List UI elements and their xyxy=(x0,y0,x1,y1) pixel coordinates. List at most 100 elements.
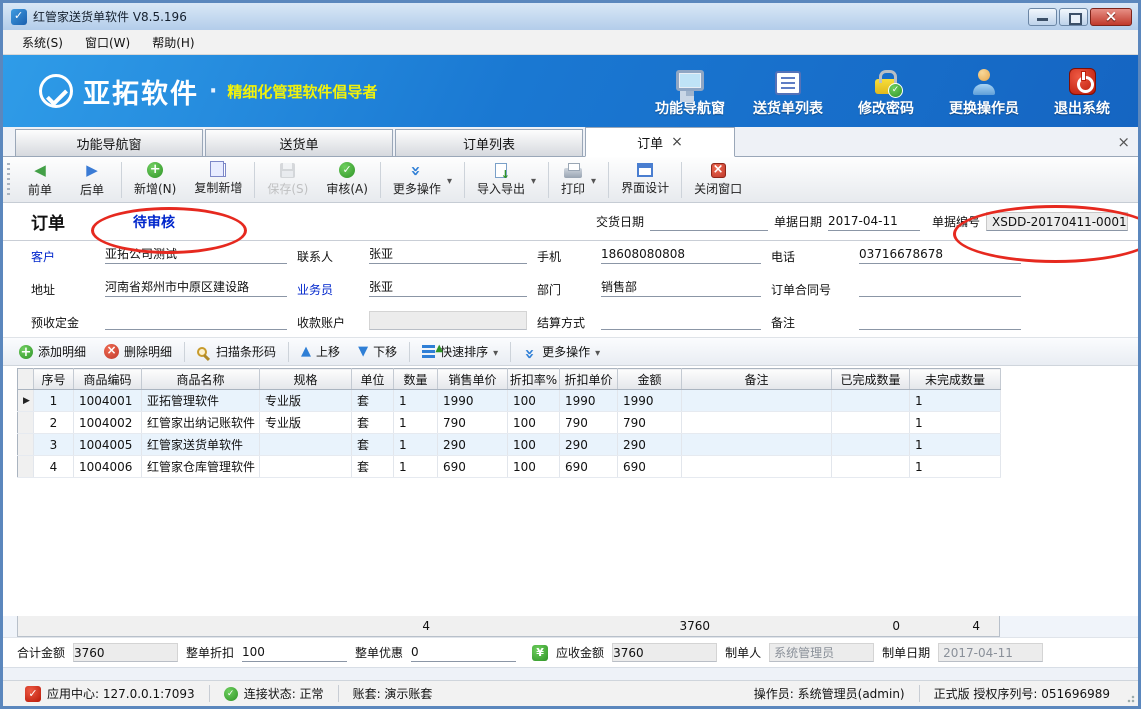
tab-order[interactable]: 订单 xyxy=(585,127,735,157)
selector-header xyxy=(18,369,34,390)
contract-no-field[interactable] xyxy=(859,278,1021,297)
save-button[interactable]: 保存(S) xyxy=(258,161,317,199)
phone-field[interactable]: 03716678678 xyxy=(859,245,1021,264)
more-actions-button[interactable]: 更多操作 xyxy=(384,160,461,199)
status-operator: 操作员: 系统管理员(admin) xyxy=(740,685,919,702)
customer-field[interactable]: 亚拓公司测试 xyxy=(105,245,287,264)
delivery-list-button[interactable]: 送货单列表 xyxy=(746,65,830,118)
delete-detail-button[interactable]: 删除明细 xyxy=(96,340,180,363)
remark-field[interactable] xyxy=(859,311,1021,330)
change-password-button[interactable]: 修改密码 xyxy=(844,65,928,118)
exit-system-button[interactable]: 退出系统 xyxy=(1040,65,1124,118)
double-chevron-icon xyxy=(523,345,537,359)
col-remark[interactable]: 备注 xyxy=(682,369,832,390)
col-discount-price[interactable]: 折扣单价 xyxy=(560,369,618,390)
settlement-field[interactable] xyxy=(601,311,761,330)
import-export-icon xyxy=(495,163,507,178)
brand-slogan: 精细化管理软件倡导者 xyxy=(227,81,377,102)
quick-sort-button[interactable]: 快速排序 xyxy=(414,340,506,363)
tab-function-nav[interactable]: 功能导航窗 xyxy=(15,129,203,156)
tab-delivery-order[interactable]: 送货单 xyxy=(205,129,393,156)
close-tab-button[interactable]: 关闭窗口 xyxy=(685,161,751,199)
copy-new-button[interactable]: 复制新增 xyxy=(185,161,251,198)
menu-help[interactable]: 帮助(H) xyxy=(143,31,203,54)
col-amount[interactable]: 金额 xyxy=(618,369,682,390)
add-detail-button[interactable]: 添加明细 xyxy=(11,340,94,363)
col-undone-qty[interactable]: 未完成数量 xyxy=(910,369,1001,390)
ui-design-button[interactable]: 界面设计 xyxy=(612,161,678,198)
deposit-field[interactable] xyxy=(105,311,287,330)
whole-discount-field[interactable]: 100 xyxy=(242,643,347,662)
status-account-set: 账套: 演示账套 xyxy=(338,685,447,702)
save-icon xyxy=(280,163,295,178)
col-done-qty[interactable]: 已完成数量 xyxy=(832,369,910,390)
col-name[interactable]: 商品名称 xyxy=(142,369,260,390)
restore-button[interactable] xyxy=(1059,8,1088,26)
tab-order-list[interactable]: 订单列表 xyxy=(395,129,583,156)
doc-date-field[interactable]: 2017-04-11 xyxy=(828,212,920,231)
grid-row-3[interactable]: 3 1004005 红管家送货单软件 套 1 290 100 290 290 1 xyxy=(18,434,1001,456)
col-unit[interactable]: 单位 xyxy=(352,369,394,390)
switch-operator-button[interactable]: 更换操作员 xyxy=(942,65,1026,118)
mobile-field[interactable]: 18608080808 xyxy=(601,245,761,264)
creator-field: 系统管理员 xyxy=(769,643,874,662)
row-selector[interactable] xyxy=(18,390,34,412)
detail-toolbar: 添加明细 删除明细 扫描条形码 上移 下移 快速排序 更多操作 xyxy=(3,338,1138,366)
delivery-date-field[interactable] xyxy=(650,212,768,231)
department-label: 部门 xyxy=(537,281,591,298)
arrow-right-icon xyxy=(86,161,98,179)
address-label: 地址 xyxy=(31,281,95,298)
tabstrip-close-icon[interactable] xyxy=(1117,133,1130,151)
total-amount-label: 合计金额 xyxy=(17,644,65,661)
grid-row-4[interactable]: 4 1004006 红管家仓库管理软件 套 1 690 100 690 690 … xyxy=(18,456,1001,478)
col-price[interactable]: 销售单价 xyxy=(438,369,508,390)
row-selector[interactable] xyxy=(18,434,34,456)
mobile-label: 手机 xyxy=(537,248,591,265)
receiving-account-field xyxy=(369,311,527,330)
salesman-label[interactable]: 业务员 xyxy=(297,281,359,298)
new-button[interactable]: 新增(N) xyxy=(125,160,185,199)
move-up-button[interactable]: 上移 xyxy=(293,340,348,363)
col-seq[interactable]: 序号 xyxy=(34,369,74,390)
col-discount-rate[interactable]: 折扣率% xyxy=(508,369,560,390)
col-spec[interactable]: 规格 xyxy=(260,369,352,390)
doc-date-label: 单据日期 xyxy=(774,213,822,230)
address-field[interactable]: 河南省郑州市中原区建设路 xyxy=(105,278,287,297)
brand-logo-icon xyxy=(39,74,73,108)
audit-button[interactable]: 审核(A) xyxy=(317,160,377,199)
resize-grip[interactable] xyxy=(1125,693,1135,703)
col-qty[interactable]: 数量 xyxy=(394,369,438,390)
row-selector[interactable] xyxy=(18,456,34,478)
brand-separator xyxy=(209,79,217,104)
printer-icon xyxy=(564,168,582,178)
check-circle-icon xyxy=(339,162,355,178)
minimize-button[interactable] xyxy=(1028,8,1057,26)
grid-row-2[interactable]: 2 1004002 红管家出纳记账软件 专业版 套 1 790 100 790 … xyxy=(18,412,1001,434)
grid-row-1[interactable]: 1 1004001 亚拓管理软件 专业版 套 1 1990 100 1990 1… xyxy=(18,390,1001,412)
scan-barcode-button[interactable]: 扫描条形码 xyxy=(189,340,284,363)
menu-window[interactable]: 窗口(W) xyxy=(76,31,139,54)
nav-window-button[interactable]: 功能导航窗 xyxy=(648,65,732,118)
menu-system[interactable]: 系统(S) xyxy=(13,31,72,54)
print-button[interactable]: 打印 xyxy=(552,161,605,199)
receivable-label: 应收金额 xyxy=(556,644,604,661)
contact-field[interactable]: 张亚 xyxy=(369,245,527,264)
close-window-button[interactable] xyxy=(1090,8,1132,26)
col-code[interactable]: 商品编码 xyxy=(74,369,142,390)
prev-doc-button[interactable]: 前单 xyxy=(14,159,66,200)
more-detail-actions-button[interactable]: 更多操作 xyxy=(515,340,608,363)
import-export-button[interactable]: 导入导出 xyxy=(468,161,545,199)
department-field[interactable]: 销售部 xyxy=(601,278,761,297)
document-header: 订单 待审核 交货日期 单据日期 2017-04-11 单据编号 XSDD-20… xyxy=(3,203,1138,241)
salesman-field[interactable]: 张亚 xyxy=(369,278,527,297)
customer-label[interactable]: 客户 xyxy=(31,248,95,265)
next-doc-button[interactable]: 后单 xyxy=(66,159,118,200)
status-bar: 应用中心: 127.0.0.1:7093 连接状态: 正常 账套: 演示账套 操… xyxy=(3,680,1138,706)
row-selector[interactable] xyxy=(18,412,34,434)
whole-reduction-field[interactable]: 0 xyxy=(411,643,516,662)
summary-undone-qty: 4 xyxy=(908,619,988,633)
move-down-button[interactable]: 下移 xyxy=(350,340,405,363)
sort-icon xyxy=(422,345,435,358)
summary-qty: 4 xyxy=(18,619,438,633)
tab-close-icon[interactable] xyxy=(671,134,683,150)
